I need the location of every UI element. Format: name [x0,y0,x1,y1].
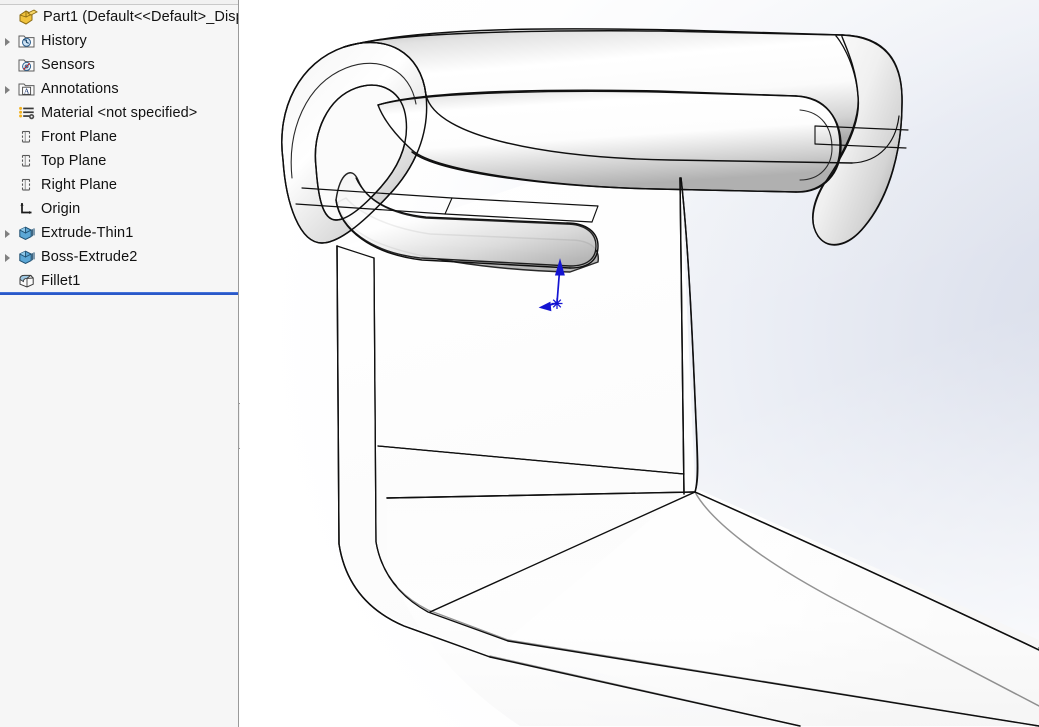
expand-arrow-placeholder [0,269,16,293]
expand-arrow-placeholder [0,53,16,77]
chevron-right-icon[interactable] [0,77,16,101]
origin-icon [16,197,38,221]
rollback-bar[interactable] [0,292,238,295]
plane-icon [16,173,38,197]
tree-item-label: Extrude-Thin1 [41,225,134,241]
solidworks-window: Part1 (Default<<Default>_Disp History Se… [0,0,1039,727]
tree-item-right-plane[interactable]: Right Plane [0,173,238,197]
expand-arrow-placeholder [0,173,16,197]
tree-item-label: Right Plane [41,177,118,193]
tree-item-label: Boss-Extrude2 [41,249,138,265]
feature-manager-tree-panel[interactable]: Part1 (Default<<Default>_Disp History Se… [0,0,239,727]
tree-item-history[interactable]: History [0,29,238,53]
tree-item-top-plane[interactable]: Top Plane [0,149,238,173]
rollback-bar-highlight [0,292,238,293]
tree-item-annotations[interactable]: A Annotations [0,77,238,101]
history-folder-icon [16,29,38,53]
plane-icon [16,125,38,149]
expand-arrow-placeholder [0,5,16,29]
material-icon [16,101,38,125]
feature-tree-rows: Part1 (Default<<Default>_Disp History Se… [0,5,239,293]
tree-item-sensors[interactable]: Sensors [0,53,238,77]
tree-item-part1[interactable]: Part1 (Default<<Default>_Disp [0,5,239,29]
extrude-feature-icon [16,221,38,245]
expand-arrow-placeholder [0,125,16,149]
expand-arrow-placeholder [0,101,16,125]
tree-item-fillet1[interactable]: Fillet1 [0,269,238,293]
extrude-feature-icon [16,245,38,269]
tree-item-label: Front Plane [41,129,118,145]
part-document-icon [16,5,40,29]
plane-icon [16,149,38,173]
sensors-folder-icon [16,53,38,77]
tree-item-label: History [41,33,87,49]
fillet-feature-icon [16,269,38,293]
svg-text:A: A [24,86,30,95]
chevron-right-icon[interactable] [0,245,16,269]
graphics-viewport[interactable] [240,0,1039,727]
rolled-sheet-part-model[interactable] [240,0,1039,727]
tree-item-label: Fillet1 [41,273,81,289]
tree-item-front-plane[interactable]: Front Plane [0,125,238,149]
tree-item-label: Origin [41,201,81,217]
tree-item-material[interactable]: Material <not specified> [0,101,238,125]
tree-item-boss-extrude2[interactable]: Boss-Extrude2 [0,245,238,269]
tree-item-label: Annotations [41,81,119,97]
annotations-folder-icon: A [16,77,38,101]
expand-arrow-placeholder [0,149,16,173]
tree-item-label: Sensors [41,57,95,73]
tree-item-extrude-thin1[interactable]: Extrude-Thin1 [0,221,238,245]
chevron-right-icon[interactable] [0,29,16,53]
tree-item-label: Part1 (Default<<Default>_Disp [43,9,239,25]
tree-item-label: Material <not specified> [41,105,198,121]
expand-arrow-placeholder [0,197,16,221]
chevron-right-icon[interactable] [0,221,16,245]
tree-item-label: Top Plane [41,153,107,169]
tree-item-origin[interactable]: Origin [0,197,238,221]
